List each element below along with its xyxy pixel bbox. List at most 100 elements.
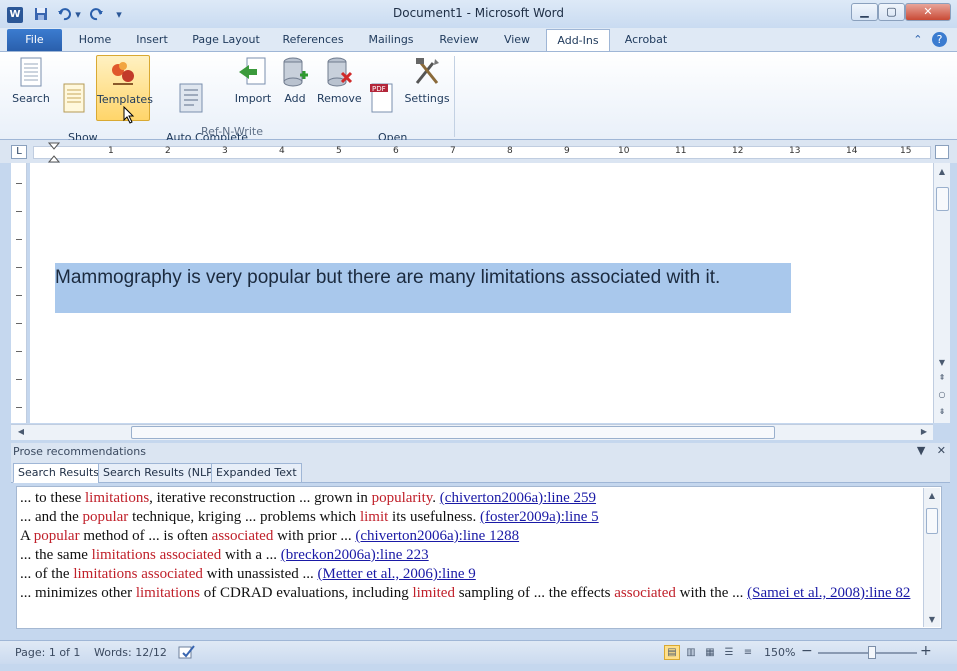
minimize-ribbon-icon[interactable]: ⌃ (913, 33, 922, 46)
proofing-icon[interactable] (178, 644, 196, 663)
tab-file[interactable]: File (7, 29, 62, 51)
pane-tabs: Search Results Search Results (NLP) Expa… (11, 461, 950, 483)
result-line: ... minimizes other limitations of CDRAD… (20, 584, 913, 603)
pane-options-icon[interactable]: ▼ (917, 444, 925, 457)
keyword-match: limit (359, 509, 389, 525)
ribbon: Search Show Similar Templates Auto Compl… (0, 51, 957, 157)
print-layout-icon[interactable]: ▤ (664, 645, 680, 660)
view-ruler-icon[interactable] (935, 145, 949, 159)
result-text: , iterative reconstruction ... grown in (149, 490, 372, 506)
zoom-slider-thumb[interactable] (868, 646, 877, 659)
reference-link[interactable]: (Metter et al., 2006):line 9 (317, 566, 475, 582)
tab-add-ins[interactable]: Add-Ins (546, 29, 610, 51)
tab-review[interactable]: Review (432, 29, 486, 51)
title-bar: W ▾ ▾ Document1 - Microsoft Word ▁ ▢ ✕ (0, 0, 957, 28)
tab-view[interactable]: View (496, 29, 538, 51)
results-scroll-thumb[interactable] (926, 508, 938, 534)
next-page-icon[interactable]: ⇟ (934, 407, 950, 416)
result-text: of CDRAD evaluations, including (199, 585, 413, 601)
result-text: sampling of ... the effects (454, 585, 615, 601)
add-button[interactable]: Add (277, 55, 313, 105)
vertical-ruler (11, 163, 27, 423)
import-button[interactable]: Import (233, 55, 273, 105)
ruler-number: 6 (393, 146, 399, 156)
result-text: with the ... (675, 585, 748, 601)
result-line: ... to these limitations, iterative reco… (20, 489, 913, 508)
scroll-left-icon[interactable]: ◀ (13, 427, 29, 436)
pdf-icon: PDF (370, 83, 393, 113)
results-scroll-down-icon[interactable]: ▼ (924, 615, 940, 624)
vertical-scroll-thumb[interactable] (936, 187, 949, 211)
document-page[interactable]: Mammography is very popular but there ar… (30, 163, 933, 423)
full-screen-reading-icon[interactable]: ▥ (683, 645, 699, 660)
settings-tools-icon (415, 58, 439, 84)
result-line: A popular method of ... is often associa… (20, 527, 913, 546)
ruler-number: 13 (789, 146, 801, 156)
keyword-match: limitations associated (73, 566, 203, 582)
remove-label: Remove (317, 92, 362, 105)
pane-close-icon[interactable]: ✕ (937, 444, 946, 457)
previous-page-icon[interactable]: ⇞ (934, 373, 950, 382)
scroll-up-icon[interactable]: ▲ (934, 167, 950, 176)
results-scrollbar[interactable]: ▲ ▼ (923, 488, 940, 627)
reference-link[interactable]: (foster2009a):line 5 (480, 509, 599, 525)
tab-selector[interactable]: L (11, 145, 27, 159)
close-button[interactable]: ✕ (905, 3, 951, 21)
results-content: ... to these limitations , iterative reco… (20, 489, 913, 603)
ruler-number: 15 (900, 146, 912, 156)
ruler-number: 12 (732, 146, 744, 156)
scroll-down-icon[interactable]: ▼ (934, 358, 950, 367)
tab-search-results-nlp[interactable]: Search Results (NLP) (98, 463, 223, 483)
tab-insert[interactable]: Insert (128, 29, 176, 51)
maximize-button[interactable]: ▢ (878, 3, 905, 21)
reference-link[interactable]: (chiverton2006a):line 259 (440, 490, 596, 506)
tab-references[interactable]: References (276, 29, 350, 51)
result-text: with prior ... (273, 528, 356, 544)
result-text: method of ... is often (79, 528, 212, 544)
zoom-out-button[interactable]: − (801, 643, 813, 659)
zoom-in-button[interactable]: + (920, 643, 932, 659)
scroll-right-icon[interactable]: ▶ (916, 427, 932, 436)
result-text: ... to these (20, 490, 85, 506)
horizontal-ruler[interactable]: L 1 2 3 4 5 6 7 8 9 10 11 12 13 14 15 (0, 140, 957, 163)
minimize-button[interactable]: ▁ (851, 3, 878, 21)
pane-title: Prose recommendations (13, 445, 146, 458)
search-doc-icon (20, 57, 42, 87)
tab-expanded-text[interactable]: Expanded Text (211, 463, 302, 483)
reference-link[interactable]: (chiverton2006a):line 1288 (355, 528, 519, 544)
tab-acrobat[interactable]: Acrobat (618, 29, 674, 51)
add-database-icon (283, 57, 308, 87)
document-paragraph[interactable]: Mammography is very popular but there ar… (55, 267, 791, 289)
tab-home[interactable]: Home (72, 29, 118, 51)
ruler-number: 3 (222, 146, 228, 156)
vertical-scrollbar[interactable]: ▲ ▼ ⇞ ○ ⇟ (933, 163, 950, 423)
help-icon[interactable]: ? (932, 32, 947, 47)
reference-link[interactable]: (Samei et al., 2008):line 82 (747, 585, 910, 601)
web-layout-icon[interactable]: ▦ (702, 645, 718, 660)
horizontal-scroll-thumb[interactable] (131, 426, 775, 439)
zoom-level[interactable]: 150% (764, 646, 795, 659)
select-browse-object-icon[interactable]: ○ (934, 390, 950, 399)
word-count[interactable]: Words: 12/12 (94, 646, 167, 659)
templates-button[interactable]: Templates (96, 55, 153, 124)
remove-button[interactable]: Remove (317, 55, 362, 105)
templates-label: Templates (97, 93, 153, 106)
indent-marker-icon[interactable] (48, 142, 60, 163)
result-text: its usefulness. (388, 509, 480, 525)
tab-search-results[interactable]: Search Results (13, 463, 105, 483)
mouse-cursor-icon (123, 106, 135, 124)
tab-mailings[interactable]: Mailings (360, 29, 422, 51)
keyword-match: popular (82, 509, 129, 525)
search-button[interactable]: Search (10, 55, 52, 105)
ruler-number: 5 (336, 146, 342, 156)
settings-button[interactable]: Settings (404, 55, 450, 105)
page-count[interactable]: Page: 1 of 1 (15, 646, 80, 659)
keyword-match: limitations associated (91, 547, 222, 563)
reference-link[interactable]: (breckon2006a):line 223 (281, 547, 429, 563)
keyword-match: limitations (135, 585, 200, 601)
results-scroll-up-icon[interactable]: ▲ (924, 491, 940, 500)
tab-page-layout[interactable]: Page Layout (186, 29, 266, 51)
draft-icon[interactable]: ≡ (740, 645, 756, 660)
horizontal-scrollbar[interactable]: ◀ ▶ (11, 424, 933, 440)
outline-icon[interactable]: ☰ (721, 645, 737, 660)
